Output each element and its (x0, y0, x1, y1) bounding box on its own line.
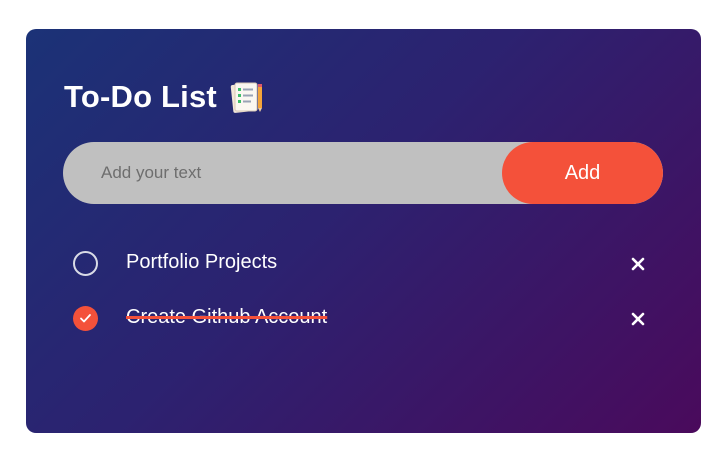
checked-circle-icon[interactable] (73, 306, 98, 331)
todo-card: To-Do List Add Portfolio Projects (26, 29, 701, 433)
task-label: Create Github Account (126, 306, 328, 328)
task-label: Portfolio Projects (126, 251, 278, 273)
task-list: Portfolio Projects Create Github Account (26, 29, 701, 433)
close-icon[interactable] (630, 256, 646, 272)
task-item[interactable]: Create Github Account (73, 303, 653, 333)
empty-circle-icon[interactable] (73, 251, 98, 276)
task-item[interactable]: Portfolio Projects (73, 248, 653, 278)
close-icon[interactable] (630, 311, 646, 327)
